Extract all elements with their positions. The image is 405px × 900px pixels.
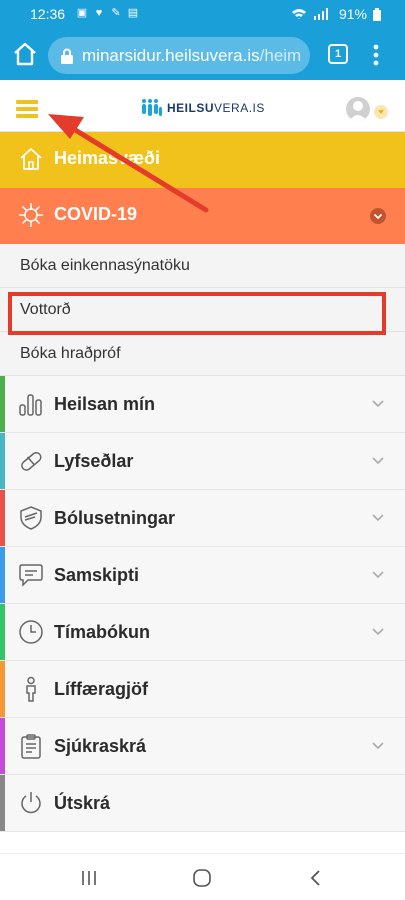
url-text: minarsidur.heilsuvera.is/heim	[82, 46, 301, 66]
home-icon	[20, 148, 42, 170]
accent-bar	[0, 661, 5, 717]
accent-bar	[0, 718, 5, 774]
menu-item-heilsan-min[interactable]: Heilsan mín	[0, 376, 405, 433]
person-icon	[26, 676, 36, 702]
edit-icon: ✎	[111, 7, 121, 19]
submenu-label: Bóka hraðpróf	[20, 345, 121, 362]
url-path: /heim	[259, 46, 302, 65]
menu-item-label: Tímabókun	[54, 622, 151, 642]
logo-text: HEILSUVERA.IS	[167, 101, 265, 115]
menu-item-label: Heimasvæði	[54, 148, 161, 168]
logo-mark-icon	[142, 99, 162, 116]
battery-percent: 91%	[338, 6, 367, 22]
clipboard-icon	[21, 734, 41, 759]
submenu-label: Bóka einkennasýnatöku	[20, 257, 190, 274]
menu-item-logout[interactable]: Útskrá	[0, 775, 405, 832]
battery-icon	[373, 7, 381, 21]
bar-chart-icon	[19, 394, 42, 416]
chevron-down-icon[interactable]	[372, 457, 384, 465]
wifi-icon	[291, 9, 306, 19]
android-navigation-bar	[0, 853, 405, 900]
user-avatar[interactable]	[346, 97, 370, 121]
accent-bar	[0, 490, 5, 546]
menu-item-label: Bólusetningar	[54, 508, 176, 528]
tab-switcher-button[interactable]: 1	[328, 44, 348, 64]
status-time: 12:36	[30, 6, 66, 22]
back-icon[interactable]	[306, 868, 326, 888]
heilsuvera-logo[interactable]: HEILSUVERA.IS	[141, 98, 265, 118]
chevron-down-icon[interactable]	[372, 514, 384, 522]
menu-item-label: Lyfseðlar	[54, 451, 134, 471]
collapse-toggle[interactable]	[370, 208, 386, 224]
browser-home-icon[interactable]	[12, 41, 38, 67]
menu-item-label: Sjúkraskrá	[54, 736, 147, 756]
accent-bar	[0, 376, 5, 432]
account-dropdown-icon[interactable]	[374, 105, 388, 119]
signal-icon	[313, 8, 328, 20]
more-options-icon[interactable]	[370, 42, 382, 68]
address-bar[interactable]: minarsidur.heilsuvera.is/heim	[48, 37, 310, 74]
submenu-item-bóka-einkennasýnatöku[interactable]: Bóka einkennasýnatöku	[0, 244, 405, 288]
system-icons: 91%	[291, 6, 381, 22]
accent-bar	[0, 775, 5, 831]
menu-item-label: Heilsan mín	[54, 394, 156, 414]
shield-icon	[20, 506, 42, 530]
menu-item-label: Útskrá	[54, 793, 111, 813]
status-bar: 12:36 ▣ ♥ ✎ ▤ 91%	[0, 0, 405, 30]
clock-icon	[19, 620, 43, 644]
recent-apps-icon[interactable]	[79, 868, 99, 888]
notification-square-icon: ▣	[76, 7, 88, 19]
menu-item-timabokun[interactable]: Tímabókun	[0, 604, 405, 661]
submenu-item-boka-hradprof[interactable]: Bóka hraðpróf	[0, 332, 405, 376]
accent-bar	[0, 547, 5, 603]
menu-item-samskipti[interactable]: Samskipti	[0, 547, 405, 604]
power-icon	[21, 792, 41, 814]
menu-item-bolusetningar[interactable]: Bólusetningar	[0, 490, 405, 547]
home-nav-icon[interactable]	[192, 868, 212, 888]
menu-item-sjukraskra[interactable]: Sjúkraskrá	[0, 718, 405, 775]
chat-bubble-icon	[19, 564, 43, 587]
heart-icon: ♥	[95, 7, 103, 19]
navigation-menu: Heimasvæði COVID-19 Bóka einkennasýnatök…	[0, 132, 405, 832]
chevron-down-icon[interactable]	[372, 742, 384, 750]
virus-icon	[19, 203, 43, 227]
pill-icon	[21, 451, 42, 471]
browser-toolbar: minarsidur.heilsuvera.is/heim 1	[0, 30, 405, 80]
hamburger-menu-icon[interactable]	[16, 100, 38, 118]
lock-icon	[61, 48, 73, 64]
annotation-highlight-box	[8, 292, 386, 335]
menu-item-covid[interactable]: COVID-19	[0, 188, 405, 244]
chevron-down-icon[interactable]	[372, 571, 384, 579]
site-header: HEILSUVERA.IS	[0, 80, 405, 132]
chevron-down-icon[interactable]	[372, 628, 384, 636]
accent-bar	[0, 433, 5, 489]
url-domain: minarsidur.heilsuvera.is	[82, 46, 260, 65]
accent-bar	[0, 604, 5, 660]
menu-item-lyfsedlar[interactable]: Lyfseðlar	[0, 433, 405, 490]
chevron-down-icon[interactable]	[372, 400, 384, 408]
menu-item-liffaeragjof[interactable]: Líffæragjöf	[0, 661, 405, 718]
image-icon: ▤	[127, 7, 139, 19]
menu-item-label: Samskipti	[54, 565, 140, 585]
notification-icons: ▣ ♥ ✎ ▤	[76, 7, 139, 19]
chevron-down-icon	[373, 213, 383, 220]
menu-item-label: Líffæragjöf	[54, 679, 148, 699]
user-silhouette-icon	[349, 101, 367, 121]
menu-item-home[interactable]: Heimasvæði	[0, 132, 405, 188]
menu-item-label: COVID-19	[54, 204, 138, 224]
